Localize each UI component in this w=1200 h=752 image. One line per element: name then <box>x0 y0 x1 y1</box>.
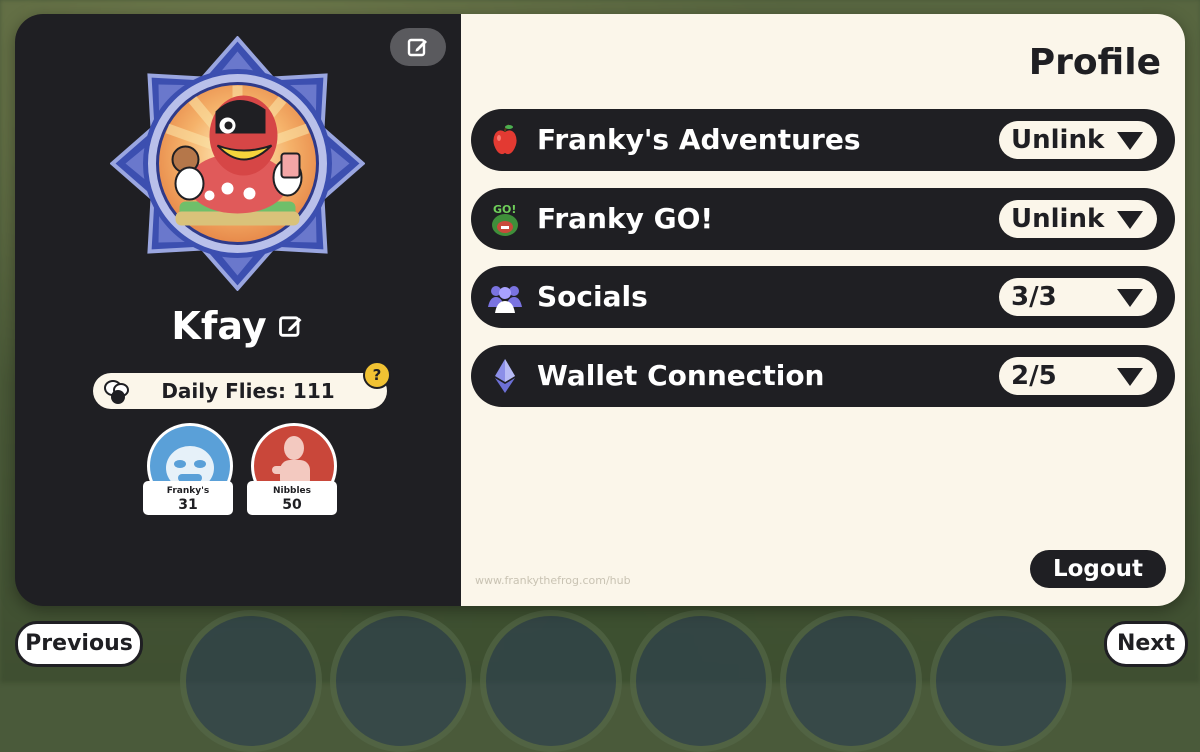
row-socials[interactable]: Socials 3/3 <box>471 266 1175 328</box>
background-avatar <box>780 610 922 752</box>
logout-button[interactable]: Logout <box>1030 550 1166 588</box>
username-row: Kfay <box>15 304 461 348</box>
fly-icon <box>104 380 129 404</box>
row-label: Franky GO! <box>537 202 714 235</box>
unlink-dropdown[interactable]: Unlink <box>999 200 1157 238</box>
token-name: Nibbles <box>272 486 312 496</box>
background-avatar <box>330 610 472 752</box>
people-icon <box>488 286 522 313</box>
triangle-down-icon <box>1117 132 1143 150</box>
background-avatar <box>180 610 322 752</box>
page-title: Profile <box>1028 42 1161 83</box>
previous-button[interactable]: Previous <box>15 621 143 667</box>
row-label: Socials <box>537 280 648 313</box>
token-label: Nibbles 50 <box>247 481 337 515</box>
edit-username-icon[interactable] <box>277 312 305 340</box>
dropdown-value: 2/5 <box>1011 361 1057 391</box>
svg-text:GO!: GO! <box>493 203 516 216</box>
dropdown-value: Unlink <box>1011 204 1105 234</box>
background-avatar <box>480 610 622 752</box>
triangle-down-icon <box>1117 289 1143 307</box>
token-count: 31 <box>178 497 198 513</box>
username: Kfay <box>171 304 267 348</box>
row-label: Franky's Adventures <box>537 123 861 156</box>
socials-dropdown[interactable]: 3/3 <box>999 278 1157 316</box>
token-name: Franky's <box>166 486 210 496</box>
franky-go-icon: GO! <box>492 203 518 236</box>
apple-icon <box>493 124 517 155</box>
token-label: Franky's 31 <box>143 481 233 515</box>
dropdown-value: Unlink <box>1011 125 1105 155</box>
daily-flies-label: Daily Flies: 111 <box>161 379 335 403</box>
profile-sidebar: Kfay Daily Flies: 111 ? Franky's 31 Nibb… <box>15 14 461 606</box>
avatar-medal[interactable] <box>110 36 365 291</box>
wallet-dropdown[interactable]: 2/5 <box>999 357 1157 395</box>
background-avatar <box>630 610 772 752</box>
next-button[interactable]: Next <box>1104 621 1188 667</box>
dropdown-value: 3/3 <box>1011 282 1057 312</box>
row-frankys-adventures[interactable]: Franky's Adventures Unlink <box>471 109 1175 171</box>
token-frankys: Franky's 31 <box>143 423 233 515</box>
profile-main: Profile Franky's Adventures Unlink GO! F… <box>461 14 1185 606</box>
background-avatar <box>930 610 1072 752</box>
unlink-dropdown[interactable]: Unlink <box>999 121 1157 159</box>
daily-flies-bar: Daily Flies: 111 <box>93 373 387 409</box>
row-wallet-connection[interactable]: Wallet Connection 2/5 <box>471 345 1175 407</box>
row-franky-go[interactable]: GO! Franky GO! Unlink <box>471 188 1175 250</box>
profile-panel: Kfay Daily Flies: 111 ? Franky's 31 Nibb… <box>15 14 1185 606</box>
edit-avatar-button[interactable] <box>390 28 446 66</box>
token-count: 50 <box>282 497 302 513</box>
triangle-down-icon <box>1117 211 1143 229</box>
ethereum-icon <box>495 359 515 393</box>
triangle-down-icon <box>1117 368 1143 386</box>
edit-icon <box>407 38 427 57</box>
token-nibbles: Nibbles 50 <box>247 423 337 515</box>
help-icon[interactable]: ? <box>363 361 391 389</box>
footer-url[interactable]: www.frankythefrog.com/hub <box>475 574 631 587</box>
row-label: Wallet Connection <box>537 359 825 392</box>
